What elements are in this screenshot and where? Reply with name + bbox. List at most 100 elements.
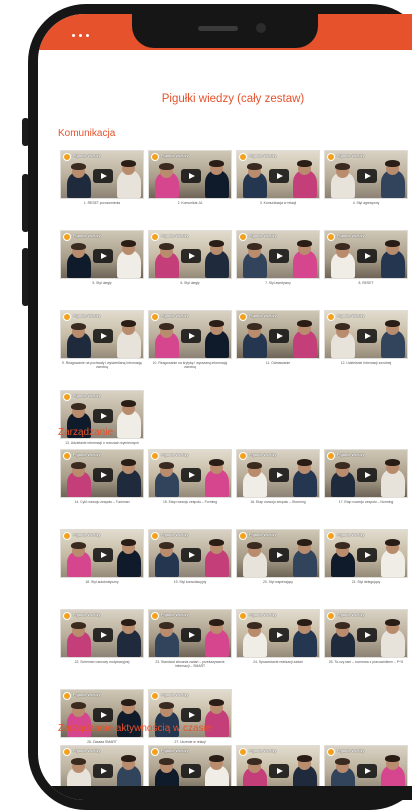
presenter-hair	[209, 240, 224, 247]
video-caption[interactable]: 24. Sprawdzanie realizacji zadań	[236, 660, 320, 664]
video-thumbnail[interactable]: Pigułka Wiedzy	[60, 310, 144, 359]
video-thumbnail[interactable]: Pigułka Wiedzy	[148, 150, 232, 199]
video-title: Pigułka Wiedzy	[161, 234, 189, 238]
play-icon[interactable]	[181, 329, 201, 343]
video-thumbnail[interactable]: Pigułka Wiedzy	[60, 230, 144, 279]
presenter-hair	[159, 163, 174, 170]
video-thumbnail[interactable]: Pigułka Wiedzy	[60, 609, 144, 658]
video-caption[interactable]: 6. Styl uległy	[148, 281, 232, 285]
play-icon[interactable]	[181, 708, 201, 722]
play-icon[interactable]	[269, 764, 289, 778]
video-caption[interactable]: 2. Komunikat JA	[148, 201, 232, 205]
video-caption[interactable]: 10. Reagowanie na krytykę i wyrażaną inf…	[148, 361, 232, 370]
video-caption[interactable]: 3. Komunikacja w relacji	[236, 201, 320, 205]
play-icon[interactable]	[93, 548, 113, 562]
video-caption[interactable]: 16. Etap rozwoju zespołu – Storming	[236, 500, 320, 504]
play-icon[interactable]	[269, 548, 289, 562]
video-caption[interactable]: 20. Styl wspierający	[236, 580, 320, 584]
play-icon[interactable]	[269, 249, 289, 263]
video-thumbnail[interactable]: Pigułka Wiedzy	[60, 529, 144, 578]
play-icon[interactable]	[93, 468, 113, 482]
video-thumbnail[interactable]: Pigułka Wiedzy	[148, 609, 232, 658]
play-icon[interactable]	[181, 468, 201, 482]
video-caption[interactable]: 9. Reagowanie na pochwały i wyświetlaną …	[60, 361, 144, 370]
presenter-hair	[209, 619, 224, 626]
video-caption[interactable]: 12. Udzielanie informacji zwrotnej	[324, 361, 408, 365]
video-caption[interactable]: 5. Styl uległy	[60, 281, 144, 285]
channel-logo-icon	[63, 313, 71, 321]
video-title: Pigułka Wiedzy	[337, 533, 365, 537]
video-thumbnail[interactable]: Pigułka Wiedzy	[324, 609, 408, 658]
presenter-hair	[209, 755, 224, 762]
video-caption[interactable]: 25. Tu-czy-tam – rozmowa z pracownikiem …	[324, 660, 408, 664]
play-icon[interactable]	[357, 249, 377, 263]
play-icon[interactable]	[357, 169, 377, 183]
video-thumbnail[interactable]: Pigułka Wiedzy	[236, 150, 320, 199]
play-icon[interactable]	[357, 468, 377, 482]
presenter-hair	[297, 619, 312, 626]
play-icon[interactable]	[93, 764, 113, 778]
play-icon[interactable]	[93, 329, 113, 343]
video-caption[interactable]: 13. Udzielanie informacji o rzeczach wym…	[60, 441, 144, 445]
play-icon[interactable]	[93, 628, 113, 642]
menu-dots-icon[interactable]	[72, 34, 89, 37]
video-caption[interactable]: 22. Schemat rozmowy motywacyjnej	[60, 660, 144, 664]
play-icon[interactable]	[93, 708, 113, 722]
play-icon[interactable]	[181, 169, 201, 183]
video-thumbnail[interactable]: Pigułka Wiedzy	[236, 310, 320, 359]
video-caption[interactable]: 8. RESET	[324, 281, 408, 285]
video-thumbnail[interactable]: Pigułka Wiedzy	[148, 449, 232, 498]
video-caption[interactable]: 14. Cykl rozwoju zespołu – Tuckman	[60, 500, 144, 504]
video-thumbnail[interactable]: Pigułka Wiedzy	[148, 529, 232, 578]
video-thumbnail[interactable]: Pigułka Wiedzy	[148, 230, 232, 279]
video-thumbnail[interactable]: Pigułka Wiedzy	[236, 449, 320, 498]
video-title: Pigułka Wiedzy	[249, 613, 277, 617]
video-caption[interactable]: 19. Styl konsultacyjny	[148, 580, 232, 584]
play-icon[interactable]	[181, 764, 201, 778]
video-thumbnail[interactable]: Pigułka Wiedzy	[324, 449, 408, 498]
video-thumbnail[interactable]: Pigułka Wiedzy	[60, 449, 144, 498]
video-caption[interactable]: 15. Etap rozwoju zespołu – Forming	[148, 500, 232, 504]
video-caption[interactable]: 1. RESET porozumienia	[60, 201, 144, 205]
video-thumbnail[interactable]: Pigułka Wiedzy	[236, 529, 320, 578]
play-icon[interactable]	[181, 548, 201, 562]
video-caption[interactable]: 18. Styl autokratyczny	[60, 580, 144, 584]
play-icon[interactable]	[93, 409, 113, 423]
video-thumbnail[interactable]: Pigułka Wiedzy	[324, 230, 408, 279]
video-thumbnail[interactable]: Pigułka Wiedzy	[60, 150, 144, 199]
video-thumbnail[interactable]: Pigułka Wiedzy	[148, 310, 232, 359]
play-icon[interactable]	[269, 329, 289, 343]
video-caption[interactable]: 27. Uczenie w relacji	[148, 740, 232, 744]
video-caption[interactable]: 26. Zasada SMART	[60, 740, 144, 744]
video-thumbnail[interactable]: Pigułka Wiedzy	[324, 310, 408, 359]
video-caption[interactable]: 7. Styl asertywny	[236, 281, 320, 285]
video-thumbnail[interactable]: Pigułka Wiedzy	[324, 529, 408, 578]
video-caption[interactable]: 17. Etap rozwoju zespołu – Norming	[324, 500, 408, 504]
video-caption[interactable]: 4. Styl agresywny	[324, 201, 408, 205]
video-title: Pigułka Wiedzy	[73, 394, 101, 398]
play-icon[interactable]	[357, 548, 377, 562]
play-icon[interactable]	[181, 249, 201, 263]
play-icon[interactable]	[357, 329, 377, 343]
video-caption[interactable]: 11. Odmawianie	[236, 361, 320, 365]
play-icon[interactable]	[269, 628, 289, 642]
video-caption[interactable]: 21. Styl delegujący	[324, 580, 408, 584]
channel-logo-icon	[151, 233, 159, 241]
video-thumbnail[interactable]: Pigułka Wiedzy	[236, 230, 320, 279]
channel-logo-icon	[239, 532, 247, 540]
video-thumbnail[interactable]: Pigułka Wiedzy	[236, 609, 320, 658]
video-thumbnail[interactable]: Pigułka Wiedzy	[324, 150, 408, 199]
video-caption[interactable]: 23. Standard zlecania zadań – przekazywa…	[148, 660, 232, 669]
presenter-hair	[297, 160, 312, 167]
presenter-hair	[71, 702, 86, 709]
channel-logo-icon	[63, 692, 71, 700]
play-icon[interactable]	[357, 764, 377, 778]
play-icon[interactable]	[181, 628, 201, 642]
play-icon[interactable]	[357, 628, 377, 642]
play-icon[interactable]	[93, 169, 113, 183]
presenter-hair	[247, 542, 262, 549]
play-icon[interactable]	[269, 468, 289, 482]
section-heading: Komunikacja	[58, 128, 116, 139]
play-icon[interactable]	[269, 169, 289, 183]
play-icon[interactable]	[93, 249, 113, 263]
